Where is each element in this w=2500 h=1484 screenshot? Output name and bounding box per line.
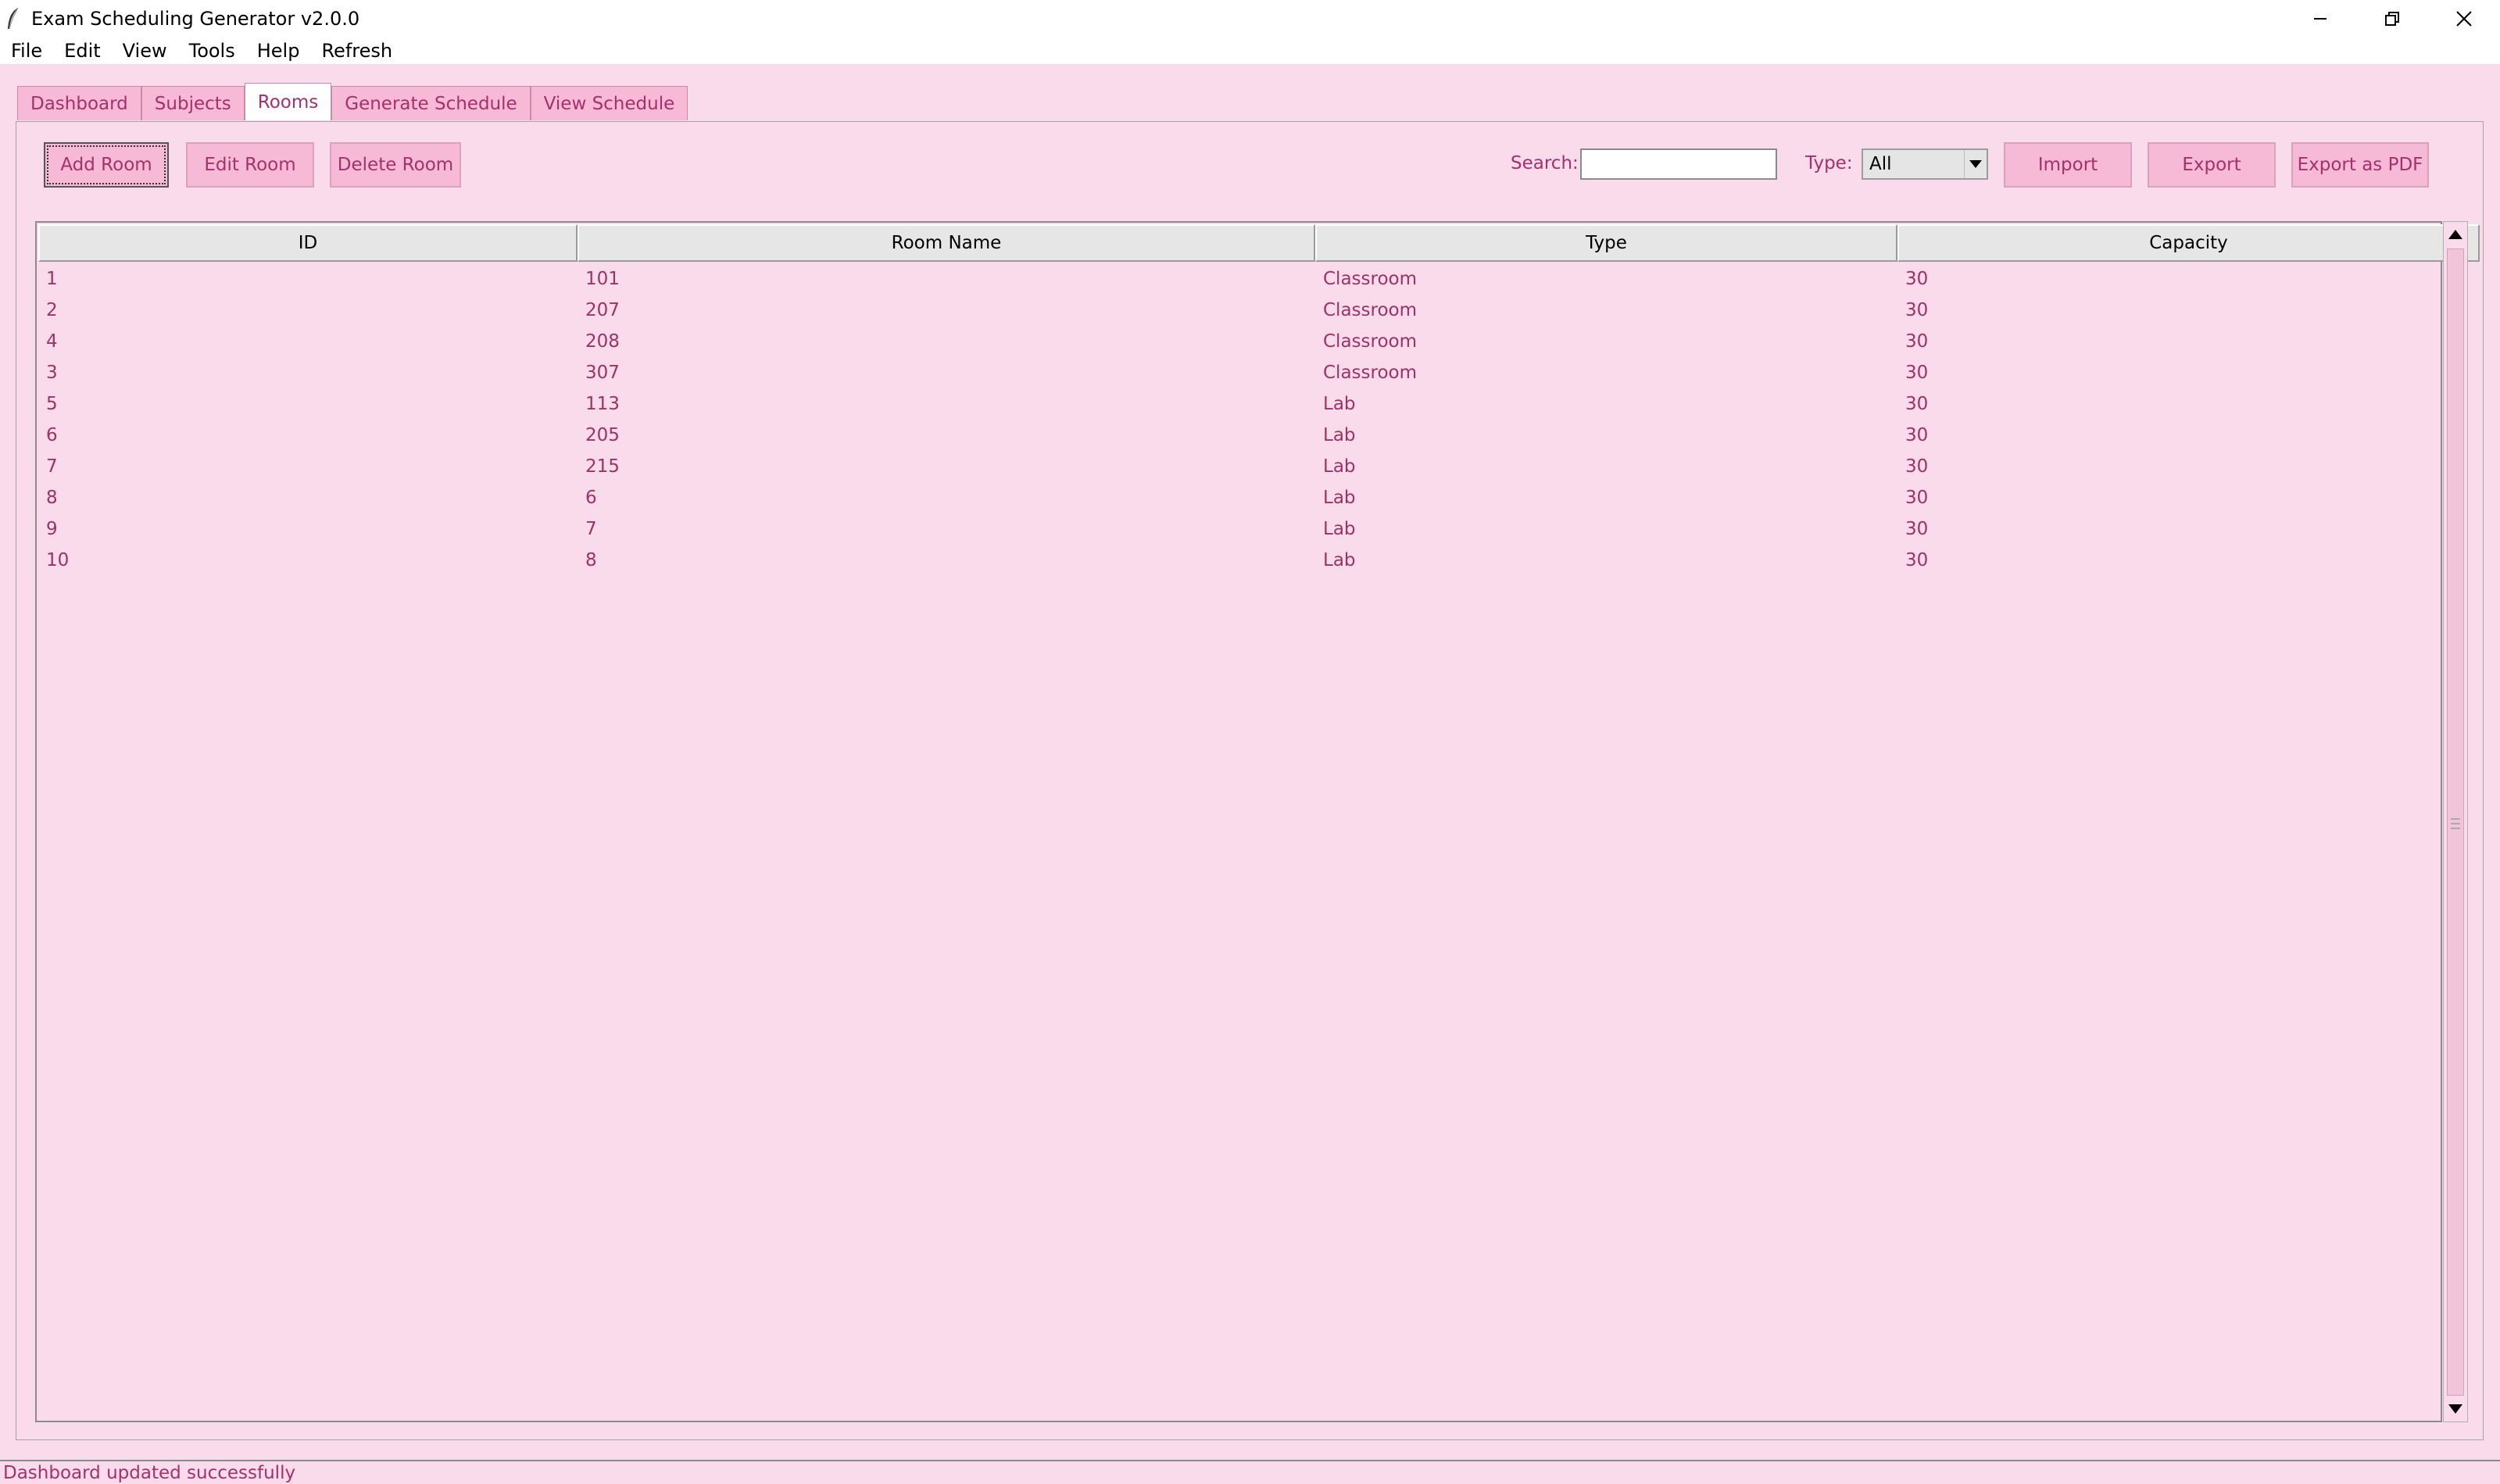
scroll-up-button[interactable] (2444, 222, 2467, 247)
table-row[interactable]: 3 307 Classroom 30 (38, 357, 2480, 388)
close-icon (2456, 11, 2472, 27)
minimize-button[interactable] (2284, 0, 2356, 38)
status-bar: Dashboard updated successfully (0, 1460, 2500, 1484)
cell-capacity: 30 (1905, 550, 1929, 570)
table-body: 1 101 Classroom 30 2 207 Classroom 30 4 … (38, 263, 2480, 576)
menu-bar: File Edit View Tools Help Refresh (0, 38, 2500, 64)
menu-tools[interactable]: Tools (178, 40, 246, 62)
cell-type: Classroom (1323, 269, 1418, 289)
table-row[interactable]: 8 6 Lab 30 (38, 482, 2480, 513)
table-row[interactable]: 6 205 Lab 30 (38, 420, 2480, 451)
type-label: Type: (1805, 153, 1853, 173)
cell-room-name: 6 (585, 488, 597, 508)
cell-type: Lab (1323, 550, 1356, 570)
cell-capacity: 30 (1905, 488, 1929, 508)
cell-id: 7 (46, 456, 58, 477)
table-header: ID Room Name Type Capacity (38, 224, 2480, 262)
column-header-room-name[interactable]: Room Name (578, 224, 1315, 262)
table-row[interactable]: 1 101 Classroom 30 (38, 263, 2480, 295)
window-title: Exam Scheduling Generator v2.0.0 (31, 8, 360, 30)
cell-id: 4 (46, 331, 58, 352)
table-scrollbar[interactable] (2443, 221, 2468, 1422)
restore-icon (2385, 12, 2399, 26)
menu-file[interactable]: File (0, 40, 53, 62)
minimize-icon (2314, 18, 2327, 20)
cell-type: Classroom (1323, 300, 1418, 320)
cell-type: Classroom (1323, 363, 1418, 383)
cell-id: 10 (46, 550, 70, 570)
menu-view[interactable]: View (112, 40, 178, 62)
scroll-thumb[interactable] (2447, 249, 2464, 1396)
cell-room-name: 307 (585, 363, 620, 383)
chevron-down-icon[interactable] (1964, 150, 1987, 178)
notebook-tabs: Dashboard Subjects Rooms Generate Schedu… (17, 83, 688, 122)
menu-edit[interactable]: Edit (53, 40, 111, 62)
cell-capacity: 30 (1905, 425, 1929, 445)
cell-capacity: 30 (1905, 394, 1929, 414)
table-row[interactable]: 10 8 Lab 30 (38, 545, 2480, 576)
cell-id: 1 (46, 269, 58, 289)
delete-room-button[interactable]: Delete Room (330, 142, 461, 188)
cell-capacity: 30 (1905, 456, 1929, 477)
cell-type: Lab (1323, 456, 1356, 477)
scroll-down-button[interactable] (2444, 1396, 2467, 1421)
tab-subjects[interactable]: Subjects (141, 86, 245, 120)
tab-dashboard[interactable]: Dashboard (17, 86, 141, 120)
tab-generate-schedule[interactable]: Generate Schedule (331, 86, 531, 120)
cell-capacity: 30 (1905, 300, 1929, 320)
cell-capacity: 30 (1905, 519, 1929, 539)
table-row[interactable]: 9 7 Lab 30 (38, 513, 2480, 545)
cell-id: 6 (46, 425, 58, 445)
cell-capacity: 30 (1905, 331, 1929, 352)
arrow-down-icon (2448, 1404, 2462, 1414)
cell-capacity: 30 (1905, 363, 1929, 383)
menu-refresh[interactable]: Refresh (310, 40, 403, 62)
cell-room-name: 101 (585, 269, 620, 289)
table-row[interactable]: 7 215 Lab 30 (38, 451, 2480, 482)
cell-room-name: 205 (585, 425, 620, 445)
cell-id: 5 (46, 394, 58, 414)
cell-id: 8 (46, 488, 58, 508)
table-row[interactable]: 5 113 Lab 30 (38, 388, 2480, 420)
table-row[interactable]: 2 207 Classroom 30 (38, 295, 2480, 326)
cell-type: Lab (1323, 394, 1356, 414)
cell-id: 2 (46, 300, 58, 320)
column-header-capacity[interactable]: Capacity (1897, 224, 2480, 262)
cell-id: 3 (46, 363, 58, 383)
cell-type: Lab (1323, 425, 1356, 445)
edit-room-button[interactable]: Edit Room (186, 142, 314, 188)
cell-room-name: 113 (585, 394, 620, 414)
tab-view-schedule[interactable]: View Schedule (530, 86, 688, 120)
cell-room-name: 208 (585, 331, 620, 352)
search-label: Search: (1511, 153, 1579, 173)
cell-room-name: 8 (585, 550, 597, 570)
export-pdf-button[interactable]: Export as PDF (2291, 142, 2429, 188)
cell-type: Lab (1323, 488, 1356, 508)
feather-icon (6, 6, 23, 31)
import-button[interactable]: Import (2004, 142, 2132, 188)
cell-type: Classroom (1323, 331, 1418, 352)
cell-id: 9 (46, 519, 58, 539)
cell-type: Lab (1323, 519, 1356, 539)
cell-room-name: 7 (585, 519, 597, 539)
tab-rooms[interactable]: Rooms (244, 83, 332, 120)
cell-room-name: 215 (585, 456, 620, 477)
restore-button[interactable] (2356, 0, 2428, 38)
search-input[interactable] (1580, 148, 1777, 180)
table-row[interactable]: 4 208 Classroom 30 (38, 326, 2480, 357)
cell-capacity: 30 (1905, 269, 1929, 289)
cell-room-name: 207 (585, 300, 620, 320)
column-header-id[interactable]: ID (38, 224, 578, 262)
column-header-type[interactable]: Type (1315, 224, 1897, 262)
menu-help[interactable]: Help (246, 40, 311, 62)
close-button[interactable] (2428, 0, 2500, 38)
arrow-up-icon (2448, 230, 2462, 239)
type-select[interactable]: All (1862, 148, 1988, 180)
rooms-table[interactable]: ID Room Name Type Capacity 1 101 Classro… (35, 221, 2480, 1422)
add-room-button[interactable]: Add Room (44, 142, 169, 188)
title-bar: Exam Scheduling Generator v2.0.0 (0, 0, 2500, 38)
export-button[interactable]: Export (2148, 142, 2276, 188)
type-select-value: All (1869, 154, 1892, 174)
